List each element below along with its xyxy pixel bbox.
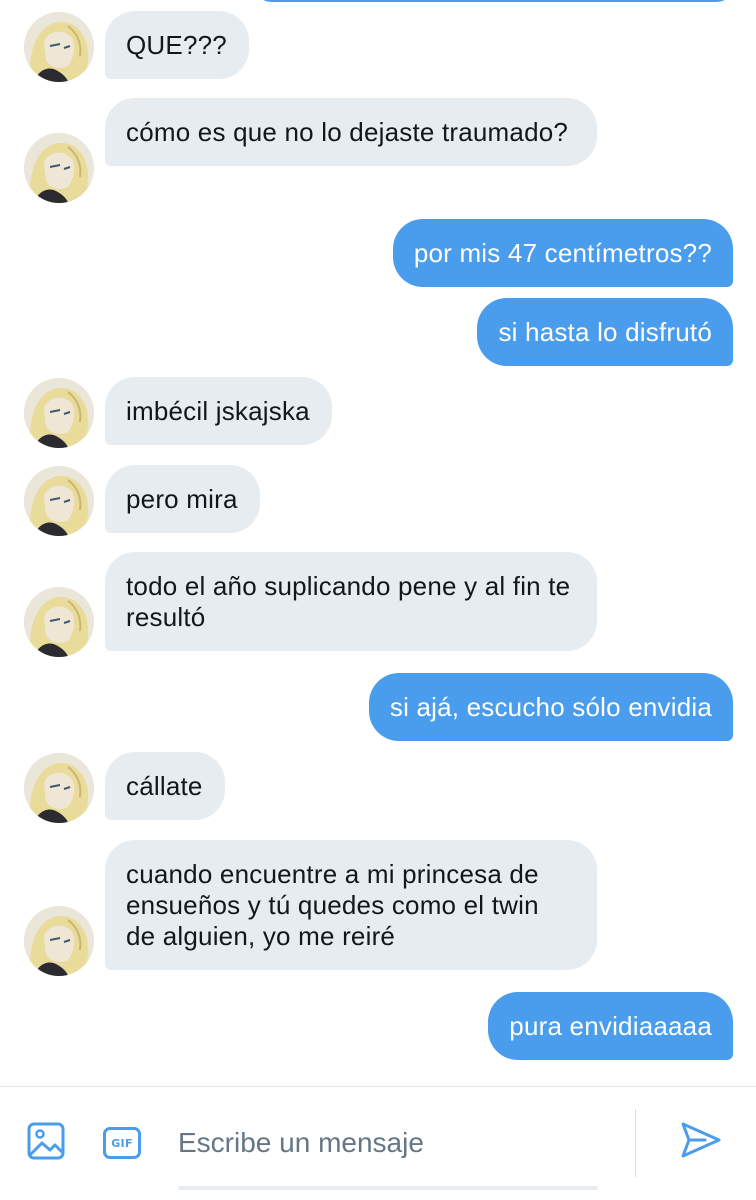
message-bubble-outgoing[interactable]: por mis 47 centímetros??	[392, 219, 733, 287]
message-text: si ajá, escucho sólo envidia	[389, 692, 712, 722]
message-bubble-outgoing-partial	[255, 0, 733, 2]
message-text: cuando encuentre a mi princesa de ensueñ…	[126, 859, 539, 951]
composer-divider	[635, 1109, 636, 1177]
sender-avatar[interactable]	[24, 133, 94, 203]
message-bubble-incoming[interactable]: cómo es que no lo dejaste traumado?	[105, 98, 597, 166]
message-text: imbécil jskajska	[126, 396, 310, 426]
message-bubble-incoming[interactable]: pero mira	[105, 465, 260, 533]
sender-avatar[interactable]	[24, 587, 94, 657]
sender-avatar[interactable]	[24, 466, 94, 536]
image-icon	[26, 1121, 66, 1166]
home-indicator	[178, 1186, 598, 1190]
message-bubble-outgoing[interactable]: si ajá, escucho sólo envidia	[368, 673, 733, 741]
message-text: pura envidiaaaaa	[509, 1011, 712, 1041]
message-bubble-incoming[interactable]: imbécil jskajska	[105, 377, 332, 445]
sender-avatar[interactable]	[24, 378, 94, 448]
message-text: QUE???	[126, 30, 227, 60]
sender-avatar[interactable]	[24, 753, 94, 823]
message-text: pero mira	[126, 484, 238, 514]
sender-avatar[interactable]	[24, 12, 94, 82]
message-bubble-outgoing[interactable]: pura envidiaaaaa	[488, 992, 733, 1060]
message-text: todo el año suplicando pene y al fin te …	[126, 571, 571, 632]
message-text: por mis 47 centímetros??	[413, 238, 712, 268]
message-text: cómo es que no lo dejaste traumado?	[126, 117, 569, 147]
message-text: si hasta lo disfrutó	[498, 317, 712, 347]
message-input[interactable]	[178, 1119, 598, 1167]
add-media-button[interactable]	[24, 1121, 68, 1165]
dm-conversation-screen: QUE??? cómo es que no lo dejaste traumad…	[0, 0, 756, 1200]
message-bubble-incoming[interactable]: todo el año suplicando pene y al fin te …	[105, 552, 597, 651]
gif-icon: GIF	[103, 1127, 141, 1159]
message-bubble-outgoing[interactable]: si hasta lo disfrutó	[477, 298, 733, 366]
sender-avatar[interactable]	[24, 906, 94, 976]
gif-label: GIF	[111, 1136, 133, 1150]
message-text: cállate	[126, 771, 203, 801]
message-composer: GIF	[0, 1086, 756, 1200]
send-button[interactable]	[676, 1117, 726, 1167]
message-bubble-incoming[interactable]: cállate	[105, 752, 225, 820]
message-bubble-incoming[interactable]: cuando encuentre a mi princesa de ensueñ…	[105, 840, 597, 970]
add-gif-button[interactable]: GIF	[100, 1123, 144, 1163]
send-icon	[679, 1118, 723, 1167]
message-bubble-incoming[interactable]: QUE???	[105, 11, 249, 79]
